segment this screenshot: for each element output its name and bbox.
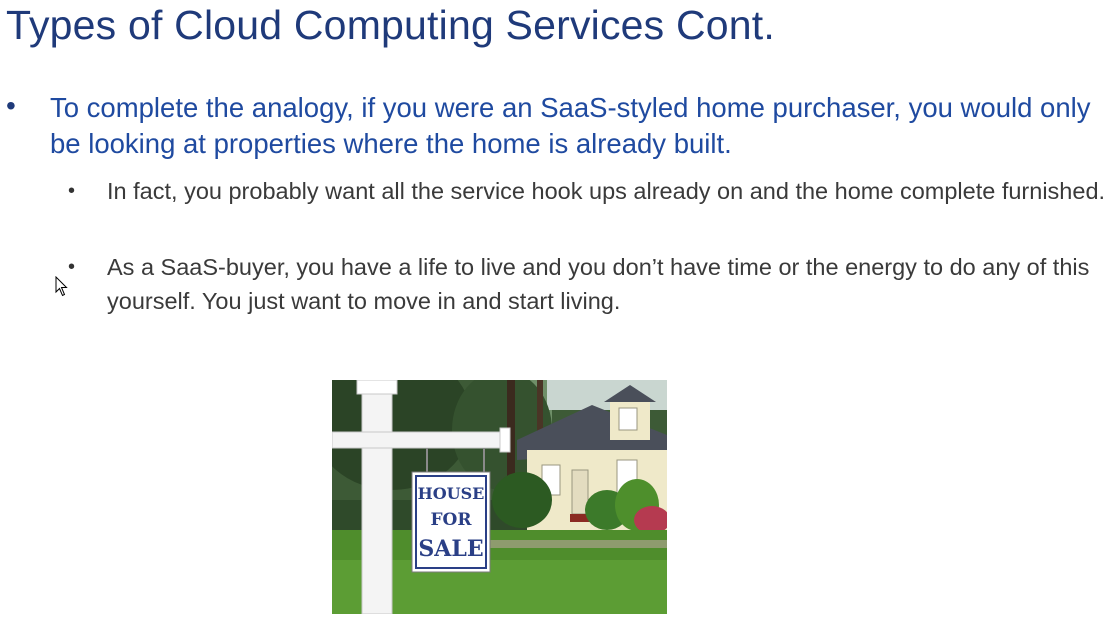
sign-line-sale: SALE [418,536,483,562]
slide: Types of Cloud Computing Services Cont. … [0,0,1114,622]
bullet-text: To complete the analogy, if you were an … [50,92,1091,159]
subbullet-dot-icon: • [68,180,76,202]
sign-line-house: HOUSE [418,484,485,503]
sign-line-for: FOR [430,510,472,530]
subbullet-text: As a SaaS-buyer, you have a life to live… [107,254,1090,314]
mouse-cursor-icon [55,276,68,297]
subbullet-dot-icon: • [68,256,76,278]
subbullet-text: In fact, you probably want all the servi… [107,178,1106,204]
house-for-sale-photo: HOUSE FOR SALE [332,380,667,614]
slide-title: Types of Cloud Computing Services Cont. [6,2,775,48]
bullet-dot-icon: • [6,90,16,121]
